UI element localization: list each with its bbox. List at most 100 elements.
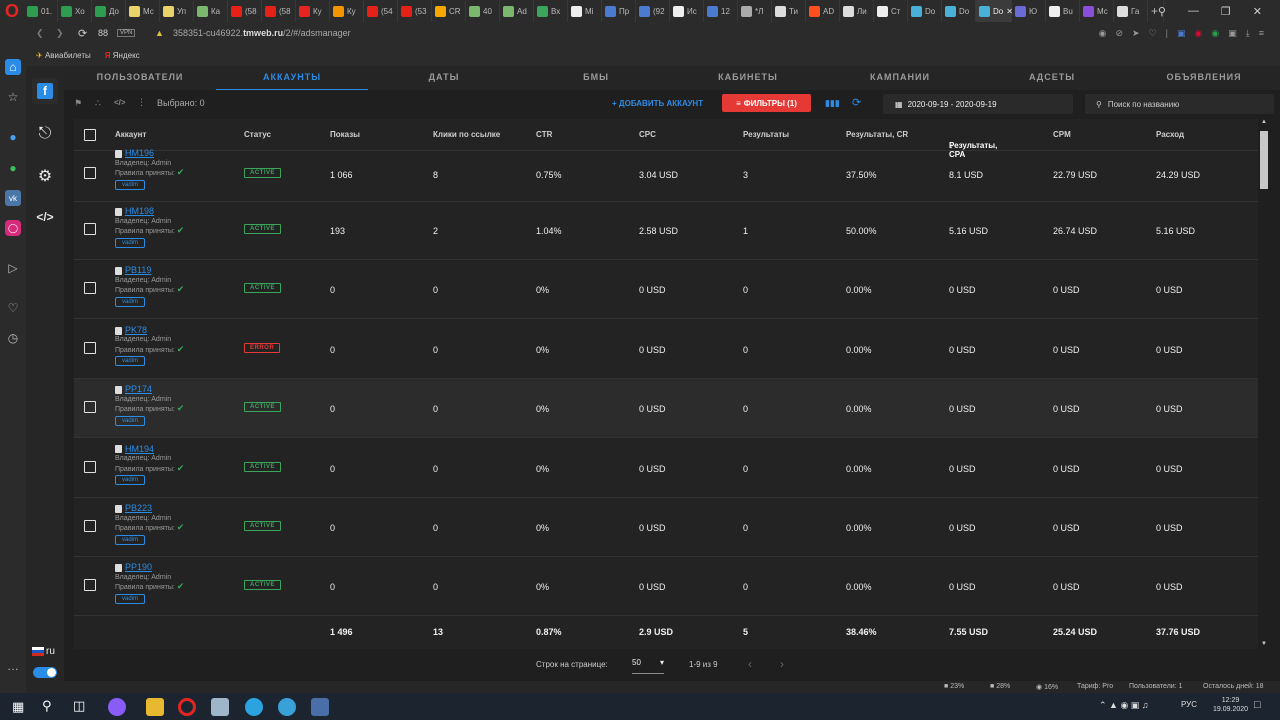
browser-tab[interactable]: Do ✕ [976, 0, 1013, 22]
reload-icon[interactable]: ⟳ [78, 27, 87, 40]
row-checkbox[interactable] [84, 341, 96, 354]
browser-tab[interactable]: (53 [398, 0, 432, 22]
add-account-button[interactable]: + ДОБАВИТЬ АККАУНТ [612, 99, 703, 108]
account-tag[interactable]: vadim [115, 534, 146, 545]
theme-toggle[interactable] [33, 667, 57, 678]
history-icon[interactable]: ◷ [5, 330, 21, 346]
account-link[interactable]: PP190 [115, 563, 184, 573]
row-checkbox[interactable] [84, 167, 96, 179]
nav-tab[interactable]: КАБИНЕТЫ [672, 66, 824, 90]
alice-icon[interactable] [108, 698, 126, 716]
prev-page-icon[interactable]: ‹ [748, 657, 752, 671]
scroll-thumb[interactable] [1260, 131, 1268, 189]
table-row[interactable]: HM196 Владелец: Admin Правила приняты: ✔ va… [74, 148, 1258, 202]
browser-tab[interactable]: Ю [1012, 0, 1046, 22]
select-all-checkbox[interactable] [84, 129, 96, 141]
table-row[interactable]: HM198 Владелец: Admin Правила приняты: ✔ va… [74, 201, 1258, 260]
telegram-icon[interactable] [245, 698, 263, 716]
tab-count[interactable]: 88 [98, 28, 108, 38]
browser-tab[interactable]: Хо [58, 0, 92, 22]
more-icon[interactable]: … [5, 658, 21, 674]
row-checkbox[interactable] [84, 401, 96, 414]
cart-icon[interactable]: ▣ [1177, 28, 1186, 39]
col-results-cr[interactable]: Результаты, CR [846, 130, 908, 139]
forward-icon[interactable]: ❯ [56, 28, 64, 39]
calculator-icon[interactable] [311, 698, 329, 716]
col-cpm[interactable]: CPM [1053, 130, 1071, 139]
refresh-icon[interactable]: ⟳ [852, 96, 861, 109]
col-ctr[interactable]: CTR [536, 130, 552, 139]
browser-tab[interactable]: (54 [364, 0, 398, 22]
browser-tab[interactable]: До [92, 0, 126, 22]
account-tag[interactable]: vadim [115, 593, 146, 604]
browser-tab[interactable]: Ст [874, 0, 908, 22]
col-spend[interactable]: Расход [1156, 130, 1184, 139]
vk-icon[interactable]: vk [5, 190, 21, 206]
code-icon[interactable]: </> [32, 204, 58, 230]
rows-per-page-select[interactable]: 50 ▾ [632, 658, 664, 674]
task-view-icon[interactable]: ◫ [73, 698, 85, 714]
table-row[interactable]: PK78 Владелец: Admin Правила приняты: ✔ vad… [74, 320, 1258, 379]
block-icon[interactable]: ⊘ [1115, 28, 1123, 39]
browser-tab[interactable]: Ис [670, 0, 704, 22]
browser-tab[interactable]: Ти [772, 0, 806, 22]
more-vert-icon[interactable]: ⋮ [137, 97, 146, 108]
browser-tab[interactable]: *Л [738, 0, 772, 22]
col-clicks[interactable]: Клики по ссылке [433, 130, 500, 139]
browser-tab[interactable]: 01. [24, 0, 58, 22]
browser-tab[interactable]: Do [942, 0, 976, 22]
bookmark-avia[interactable]: ✈ Авиабилеты [36, 51, 91, 60]
col-status[interactable]: Статус [244, 130, 271, 139]
browser-tab[interactable]: Ad [500, 0, 534, 22]
browser-tab[interactable]: Bu [1046, 0, 1080, 22]
browser-tab[interactable]: (92 [636, 0, 670, 22]
columns-icon[interactable]: ▮▮▮ [825, 98, 840, 109]
extension2-icon[interactable]: ◉ [1211, 28, 1219, 39]
clock[interactable]: 12:29 19.09.2020 [1213, 696, 1248, 714]
row-checkbox[interactable] [84, 460, 96, 473]
browser-tab[interactable]: 12 [704, 0, 738, 22]
nav-tab[interactable]: ДАТЫ [368, 66, 520, 90]
account-tag[interactable]: vadim [115, 415, 146, 426]
download-icon[interactable]: ⤓ [1246, 28, 1250, 39]
table-scrollbar[interactable]: ▲ ▼ [1259, 119, 1269, 649]
account-link[interactable]: HM198 [115, 206, 184, 217]
send-icon[interactable]: ➤ [1132, 28, 1140, 39]
browser-tab[interactable]: Mi [568, 0, 602, 22]
notifications-icon[interactable]: □ [1254, 699, 1261, 711]
taskbar-search-icon[interactable]: ⚲ [42, 698, 52, 714]
bookmark-yandex[interactable]: Я Яндекс [105, 51, 140, 60]
col-impressions[interactable]: Показы [330, 130, 360, 139]
account-link[interactable]: PB223 [115, 503, 184, 514]
minimize-icon[interactable]: — [1188, 5, 1199, 17]
tray-icons[interactable]: ⌃ ▲ ◉ ▣ ♫ [1099, 700, 1149, 711]
explorer-icon[interactable] [146, 698, 164, 716]
internet-explorer-icon[interactable] [278, 698, 296, 716]
opera-logo-icon[interactable]: O [0, 0, 24, 22]
row-checkbox[interactable] [84, 223, 96, 235]
share-icon[interactable]: ∴ [95, 98, 101, 109]
whatsapp-icon[interactable]: ● [5, 160, 21, 176]
tag-icon[interactable]: ⚑ [74, 98, 82, 109]
instagram-icon[interactable]: ◯ [5, 220, 21, 236]
nav-tab[interactable]: АДСЕТЫ [976, 66, 1128, 90]
col-cpc[interactable]: CPC [639, 130, 656, 139]
nav-tab[interactable]: АККАУНТЫ [216, 66, 368, 90]
send-flow-icon[interactable]: ▷ [5, 260, 21, 276]
settings-gear-icon[interactable]: ⚙ [32, 163, 58, 189]
keyboard-language[interactable]: РУС [1181, 700, 1197, 709]
facebook-icon[interactable]: f [32, 78, 58, 104]
account-link[interactable]: HM196 [115, 148, 184, 159]
browser-tab[interactable]: Ку [296, 0, 330, 22]
row-checkbox[interactable] [84, 520, 96, 532]
table-row[interactable]: HM194 Владелец: Admin Правила приняты: ✔ va… [74, 439, 1258, 498]
camera-icon[interactable]: ◉ [1099, 28, 1107, 39]
table-row[interactable]: PP174 Владелец: Admin Правила приняты: ✔ va… [74, 379, 1258, 439]
scroll-up-icon[interactable]: ▲ [1261, 119, 1267, 125]
browser-tab[interactable]: CR [432, 0, 466, 22]
browser-tab[interactable]: Ка [194, 0, 228, 22]
account-tag[interactable]: vadim [115, 179, 146, 190]
nav-tab[interactable]: ПОЛЬЗОВАТЕЛИ [64, 66, 216, 90]
row-checkbox[interactable] [84, 282, 96, 295]
browser-tab[interactable]: Ли [840, 0, 874, 22]
